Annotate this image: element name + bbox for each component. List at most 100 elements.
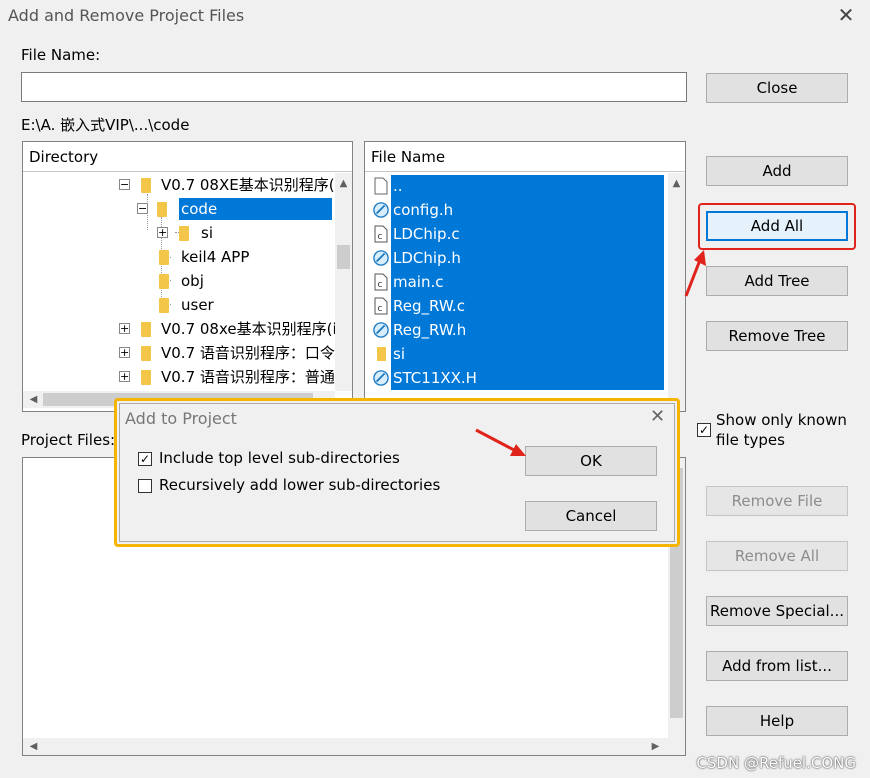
file-row-si[interactable]: si [367, 342, 663, 366]
window-close-icon[interactable]: ✕ [834, 2, 858, 28]
show-known-label-line2: file types [716, 431, 785, 449]
remove-all-button[interactable]: Remove All [706, 541, 848, 571]
file-name-label: File Name: [21, 46, 101, 64]
file-row-main-c[interactable]: c main.c [367, 270, 663, 294]
file-name: Reg_RW.h [393, 321, 467, 339]
tree-item-label: V0.7 语音识别程序：口令 [161, 344, 335, 362]
tree-item-label: si [201, 224, 213, 242]
directory-panel[interactable]: Directory − V0.7 08XE基本识别程序(i − code + s… [22, 141, 353, 412]
file-row-stc11xx-h[interactable]: STC11XX.H [367, 366, 663, 390]
cancel-button[interactable]: Cancel [525, 501, 657, 531]
add-to-project-dialog[interactable]: Add to Project ✕ ✓ Include top level sub… [114, 398, 680, 547]
file-name: .. [393, 177, 403, 195]
header-file-icon [373, 202, 389, 218]
show-known-checkbox[interactable]: ✓ [697, 423, 711, 437]
header-file-icon [373, 250, 389, 266]
c-file-icon: c [374, 297, 388, 315]
scroll-up-icon[interactable]: ▲ [335, 175, 352, 192]
file-name: Reg_RW.c [393, 297, 465, 315]
scroll-up-icon[interactable]: ▲ [668, 175, 685, 192]
ok-button[interactable]: OK [525, 446, 657, 476]
tree-item-label: keil4 APP [181, 248, 250, 266]
tree-item-label: V0.7 语音识别程序：普通 [161, 368, 335, 386]
scroll-left-icon[interactable]: ◀ [25, 391, 42, 408]
file-row-ldchip-c[interactable]: c LDChip.c [367, 222, 663, 246]
window-title: Add and Remove Project Files [8, 6, 245, 25]
current-path: E:\A. 嵌入式VIP\...\code [21, 116, 190, 134]
folder-icon [159, 274, 169, 289]
scroll-thumb[interactable] [337, 245, 350, 269]
help-button[interactable]: Help [706, 706, 848, 736]
project-files-horizontal-scrollbar[interactable]: ◀ ▶ [23, 738, 685, 755]
c-file-icon: c [374, 273, 388, 291]
file-row-reg-rw-c[interactable]: c Reg_RW.c [367, 294, 663, 318]
project-files-label: Project Files: [21, 431, 116, 449]
file-name: si [393, 345, 405, 363]
expand-icon[interactable]: + [119, 347, 130, 358]
file-row-parent[interactable]: .. [367, 174, 663, 198]
file-name: LDChip.h [393, 249, 461, 267]
file-list-panel[interactable]: File Name .. config.h c LDChip.c LDChip.… [364, 141, 686, 412]
dialog-title: Add to Project [125, 409, 237, 428]
folder-icon [141, 178, 151, 193]
file-name: LDChip.c [393, 225, 460, 243]
blank-file-icon [374, 177, 388, 195]
tree-item-label: user [181, 296, 214, 314]
annotation-arrow-icon [684, 250, 706, 297]
include-top-checkbox[interactable]: ✓ [138, 452, 152, 466]
close-button[interactable]: Close [706, 73, 848, 103]
dialog-close-icon[interactable]: ✕ [650, 406, 665, 427]
file-row-ldchip-h[interactable]: LDChip.h [367, 246, 663, 270]
file-row-config-h[interactable]: config.h [367, 198, 663, 222]
annotation-arrow-icon [475, 428, 526, 456]
tree-item-label: code [179, 198, 332, 220]
add-button[interactable]: Add [706, 156, 848, 186]
add-all-button[interactable]: Add All [706, 211, 848, 241]
file-name-input[interactable] [21, 72, 687, 102]
collapse-icon[interactable]: − [119, 179, 130, 190]
folder-icon [179, 226, 189, 241]
folder-icon [377, 347, 386, 361]
svg-text:c: c [378, 280, 383, 290]
include-top-label: Include top level sub-directories [159, 449, 400, 467]
remove-tree-button[interactable]: Remove Tree [706, 321, 848, 351]
folder-icon [141, 346, 151, 361]
folder-icon [141, 370, 151, 385]
folder-icon [159, 298, 169, 313]
directory-vertical-scrollbar[interactable]: ▲ [335, 173, 352, 391]
scroll-right-icon[interactable]: ▶ [647, 738, 664, 755]
folder-icon [157, 202, 167, 217]
header-file-icon [373, 322, 389, 338]
folder-icon [159, 250, 169, 265]
dialog-body: Add to Project ✕ ✓ Include top level sub… [119, 403, 675, 542]
file-row-reg-rw-h[interactable]: Reg_RW.h [367, 318, 663, 342]
file-name: main.c [393, 273, 444, 291]
tree-item-label: V0.7 08XE基本识别程序(i [161, 176, 339, 194]
watermark: CSDN @Refuel.CONG [696, 754, 856, 772]
header-file-icon [373, 370, 389, 386]
file-list-header[interactable]: File Name [365, 142, 685, 172]
scroll-left-icon[interactable]: ◀ [25, 738, 42, 755]
show-known-label-line1: Show only known [716, 411, 847, 429]
svg-text:c: c [378, 232, 383, 242]
expand-icon[interactable]: + [157, 227, 168, 238]
file-name: config.h [393, 201, 454, 219]
file-name: STC11XX.H [393, 369, 477, 387]
expand-icon[interactable]: + [119, 371, 130, 382]
c-file-icon: c [374, 225, 388, 243]
add-from-list-button[interactable]: Add from list... [706, 651, 848, 681]
remove-file-button[interactable]: Remove File [706, 486, 848, 516]
add-tree-button[interactable]: Add Tree [706, 266, 848, 296]
recursive-checkbox[interactable] [138, 479, 152, 493]
directory-header[interactable]: Directory [23, 142, 352, 172]
tree-item-code[interactable]: − code [137, 198, 332, 220]
expand-icon[interactable]: + [119, 323, 130, 334]
recursive-label: Recursively add lower sub-directories [159, 476, 441, 494]
remove-special-button[interactable]: Remove Special... [706, 596, 848, 626]
svg-text:c: c [378, 304, 383, 314]
tree-item-label: obj [181, 272, 204, 290]
tree-item-label: V0.7 08xe基本识别程序(i [161, 320, 337, 338]
show-known-label: Show only known file types [716, 410, 847, 450]
collapse-icon[interactable]: − [137, 203, 148, 214]
folder-icon [141, 322, 151, 337]
